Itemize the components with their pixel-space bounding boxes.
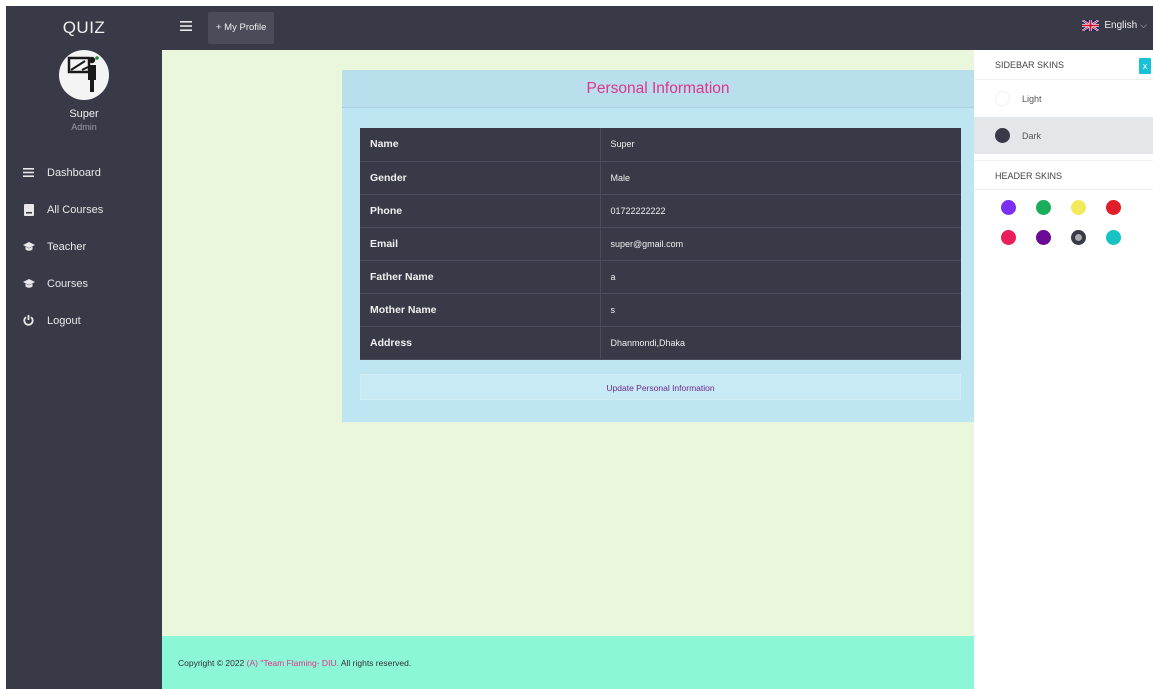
card-title: Personal Information: [342, 70, 974, 108]
sidebar-item-label: Teacher: [47, 240, 87, 253]
personal-info-table: Name Super Gender Male Phone 01722222222…: [360, 128, 961, 360]
row-label: Mother Name: [360, 293, 600, 327]
header-skin-swatch[interactable]: [1001, 200, 1016, 215]
table-row: Name Super: [360, 128, 961, 162]
sidebar-item-label: Courses: [47, 277, 88, 290]
row-label: Gender: [360, 161, 600, 195]
menu-toggle-icon[interactable]: [176, 17, 196, 37]
row-value: 01722222222: [599, 194, 961, 228]
row-value: Super: [599, 128, 961, 162]
avatar[interactable]: [59, 50, 109, 100]
header-skin-swatch-selected[interactable]: [1071, 230, 1086, 245]
copyright-text: Copyright © 2022 (A) "Team Flaming- DIU.…: [178, 658, 411, 668]
sidebar-item-label: Dashboard: [47, 166, 101, 179]
copyright-suffix: All rights reserved.: [340, 658, 412, 668]
user-name: Super: [69, 108, 99, 120]
header-skin-swatch[interactable]: [1001, 230, 1016, 245]
sidebar-item-courses[interactable]: Courses: [6, 265, 162, 302]
header-skin-swatch[interactable]: [1036, 230, 1051, 245]
header-skin-swatch[interactable]: [1036, 200, 1051, 215]
sidebar-item-logout[interactable]: Logout: [6, 302, 162, 339]
user-role: Admin: [71, 122, 97, 132]
sidebar-item-all-courses[interactable]: All Courses: [6, 191, 162, 228]
table-row: Gender Male: [360, 161, 961, 195]
header-skins-title: HEADER SKINS: [974, 160, 1153, 190]
sidebar-nav: Dashboard All Courses Teacher Courses Lo…: [6, 154, 162, 339]
footer: Copyright © 2022 (A) "Team Flaming- DIU.…: [162, 636, 974, 689]
sidebar-skins-title: SIDEBAR SKINS: [974, 50, 1153, 80]
skin-label: Dark: [1022, 130, 1042, 141]
book-icon: [22, 203, 35, 216]
row-value: Male: [599, 161, 961, 195]
row-value: s: [599, 293, 961, 327]
top-header: + My Profile English ⌵: [162, 6, 1153, 50]
table-row: Address Dhanmondi,Dhaka: [360, 326, 961, 360]
main-content: Personal Information Name Super Gender M…: [162, 50, 974, 636]
sidebar-item-label: All Courses: [47, 203, 104, 216]
copyright-prefix: Copyright © 2022: [178, 658, 245, 668]
header-skin-swatch[interactable]: [1106, 230, 1121, 245]
sidebar: QUIZ Super Admin Dashboard All Courses T…: [6, 6, 162, 689]
skin-option-dark[interactable]: Dark: [974, 117, 1153, 154]
table-row: Father Name a: [360, 260, 961, 294]
row-value: a: [599, 260, 961, 294]
row-label: Name: [360, 128, 600, 162]
app-frame: QUIZ Super Admin Dashboard All Courses T…: [6, 6, 1153, 689]
skins-panel: x SIDEBAR SKINS Light Dark HEADER SKINS: [974, 50, 1153, 689]
table-row: Phone 01722222222: [360, 194, 961, 228]
header-skin-swatch[interactable]: [1106, 200, 1121, 215]
row-label: Email: [360, 227, 600, 261]
row-label: Father Name: [360, 260, 600, 294]
sidebar-item-dashboard[interactable]: Dashboard: [6, 154, 162, 191]
graduation-cap-icon: [22, 240, 35, 253]
power-icon: [22, 314, 35, 327]
header-skins-grid: [974, 190, 1153, 245]
language-label: English: [1104, 20, 1138, 31]
light-skin-swatch: [995, 91, 1010, 106]
update-info-button[interactable]: Update Personal Information: [360, 374, 961, 400]
close-icon[interactable]: x: [1139, 58, 1151, 74]
team-link[interactable]: (A) "Team Flaming- DIU.: [247, 658, 339, 668]
skin-label: Light: [1022, 93, 1042, 104]
dark-skin-swatch: [995, 128, 1010, 143]
language-selector[interactable]: English ⌵: [1082, 20, 1147, 31]
sidebar-item-label: Logout: [47, 314, 81, 327]
row-label: Phone: [360, 194, 600, 228]
header-skin-swatch[interactable]: [1071, 200, 1086, 215]
row-label: Address: [360, 326, 600, 360]
graduation-cap-icon: [22, 277, 35, 290]
my-profile-button[interactable]: + My Profile: [208, 12, 275, 44]
row-value: super@gmail.com: [599, 227, 961, 261]
skin-option-light[interactable]: Light: [974, 80, 1153, 117]
brand-logo[interactable]: QUIZ: [6, 6, 162, 50]
hamburger-icon: [22, 166, 35, 179]
table-row: Mother Name s: [360, 293, 961, 327]
table-row: Email super@gmail.com: [360, 227, 961, 261]
row-value: Dhanmondi,Dhaka: [599, 326, 961, 360]
personal-info-card: Personal Information Name Super Gender M…: [342, 70, 974, 422]
chevron-down-icon: ⌵: [1140, 20, 1147, 30]
teacher-icon: [67, 56, 99, 92]
sidebar-item-teacher[interactable]: Teacher: [6, 228, 162, 265]
uk-flag-icon: [1082, 20, 1100, 31]
